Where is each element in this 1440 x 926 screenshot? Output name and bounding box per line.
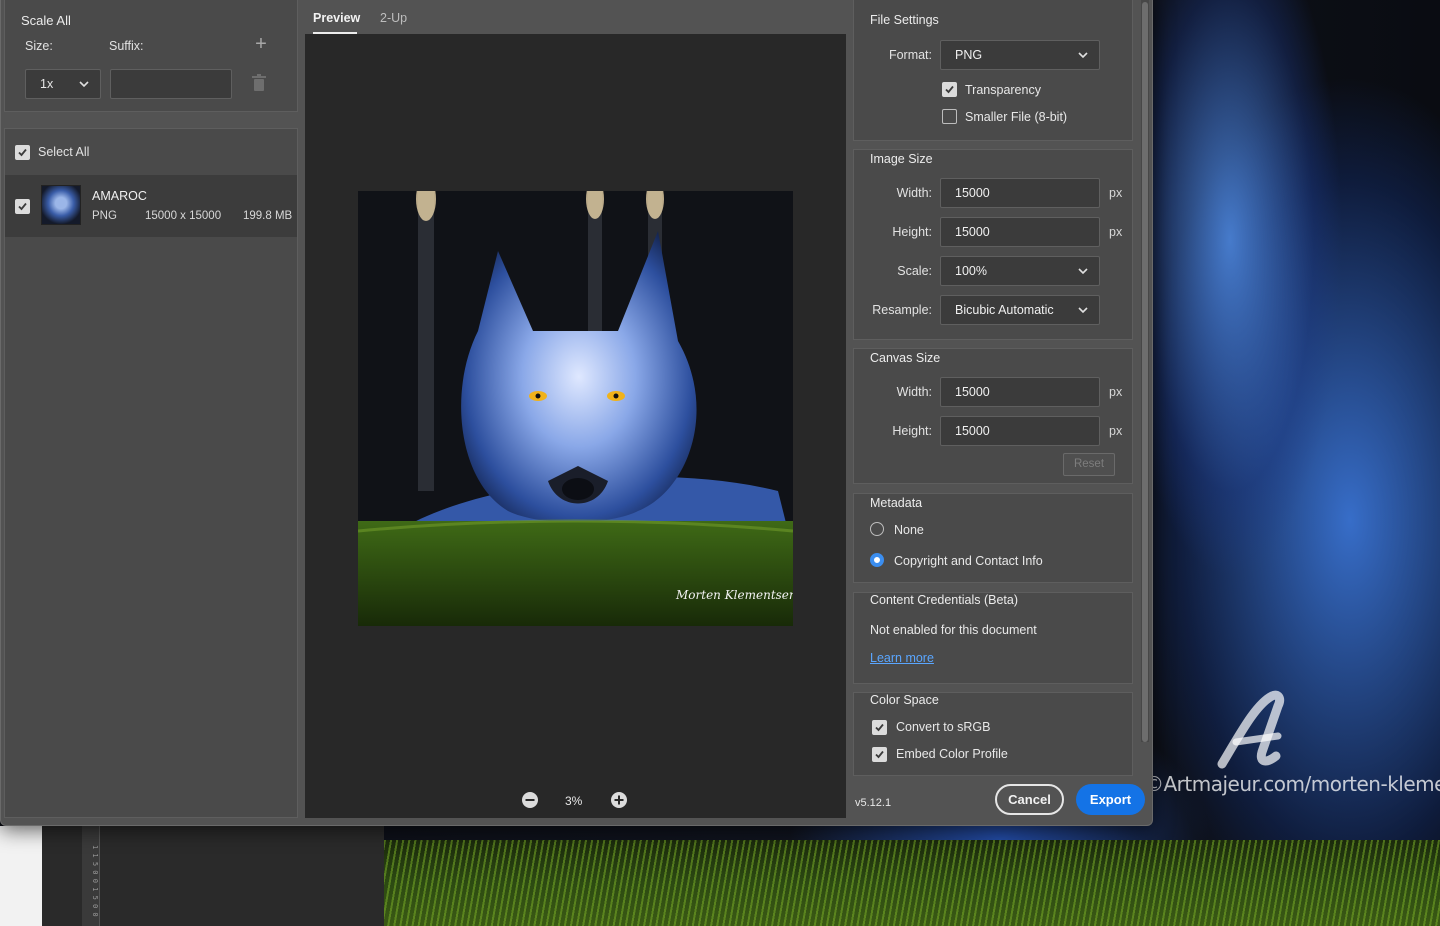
check-icon (945, 85, 954, 94)
canvas-size-title: Canvas Size (870, 351, 941, 365)
asset-checkbox[interactable] (15, 199, 30, 214)
canvas-height-label: Height: (892, 424, 932, 438)
check-icon (18, 202, 27, 211)
size-select[interactable]: 1x (25, 69, 101, 99)
scale-label: Scale: (897, 264, 932, 278)
metadata-none-radio[interactable] (870, 522, 884, 536)
suffix-input[interactable] (110, 69, 232, 99)
convert-srgb-checkbox[interactable] (872, 720, 887, 735)
check-icon (875, 723, 884, 732)
image-width-label: Width: (896, 186, 932, 200)
asset-panel: Scale All Size: Suffix: + 1x Select All (4, 0, 298, 818)
scale-all-title: Scale All (21, 13, 71, 28)
format-select-value: PNG (955, 48, 983, 62)
file-settings-section: File Settings Format: PNG Transparency S… (853, 0, 1133, 141)
smaller-file-label: Smaller File (8-bit) (965, 110, 1068, 124)
scale-select[interactable]: 100% (940, 256, 1100, 286)
export-button[interactable]: Export (1076, 784, 1145, 815)
select-all-label: Select All (38, 145, 90, 159)
format-label: Format: (888, 48, 932, 62)
vertical-ruler: 1 1 5 0 0 1 5 0 0 (82, 826, 100, 926)
zoom-in-icon[interactable] (610, 791, 628, 809)
canvas-width-unit: px (1109, 385, 1123, 399)
content-credentials-title: Content Credentials (Beta) (870, 593, 1018, 607)
size-label: Size: (25, 39, 53, 53)
color-space-section: Color Space Convert to sRGB Embed Color … (853, 692, 1133, 776)
chevron-down-icon (1078, 307, 1088, 314)
version-label: v5.12.1 (855, 797, 892, 809)
embed-profile-label: Embed Color Profile (896, 747, 1008, 761)
image-width-unit: px (1109, 186, 1123, 200)
image-height-input[interactable]: 15000 (940, 217, 1100, 247)
size-select-value: 1x (40, 77, 54, 91)
asset-name: AMAROC (92, 189, 147, 203)
workspace-edge (0, 826, 42, 926)
canvas-height-input[interactable]: 15000 (940, 416, 1100, 446)
artwork-signature: Morten Klementsen (675, 588, 793, 602)
preview-area: Morten Klementsen 3% (305, 34, 846, 818)
metadata-section: Metadata None Copyright and Contact Info (853, 493, 1133, 583)
zoom-out-icon[interactable] (521, 791, 539, 809)
wolf-artwork-preview: Morten Klementsen (358, 191, 793, 626)
asset-thumbnail (41, 185, 81, 225)
transparency-label: Transparency (965, 83, 1041, 97)
suffix-label: Suffix: (109, 39, 144, 53)
asset-format: PNG (92, 210, 117, 222)
export-as-dialog: Scale All Size: Suffix: + 1x Select All (0, 0, 1153, 826)
metadata-copyright-label: Copyright and Contact Info (894, 554, 1043, 568)
embed-profile-checkbox[interactable] (872, 747, 887, 762)
content-credentials-status: Not enabled for this document (870, 623, 1037, 637)
color-space-title: Color Space (870, 693, 939, 707)
resample-select-value: Bicubic Automatic (955, 303, 1054, 317)
chevron-down-icon (1078, 268, 1088, 275)
check-icon (875, 750, 884, 759)
trash-icon[interactable] (251, 74, 267, 92)
zoom-level: 3% (565, 794, 583, 808)
cancel-button[interactable]: Cancel (995, 784, 1064, 815)
document-grass-area (384, 840, 1440, 926)
image-size-title: Image Size (870, 152, 933, 166)
image-height-label: Height: (892, 225, 932, 239)
image-height-unit: px (1109, 225, 1123, 239)
scale-select-value: 100% (955, 264, 987, 278)
chevron-down-icon (79, 81, 89, 88)
resample-label: Resample: (872, 303, 932, 317)
smaller-file-checkbox[interactable] (942, 109, 957, 124)
file-settings-title: File Settings (870, 13, 939, 27)
canvas-height-unit: px (1109, 424, 1123, 438)
watermark-text: ©Artmajeur.com/morten-klementsen (1144, 772, 1440, 796)
scale-all-section: Scale All Size: Suffix: + 1x (4, 0, 298, 112)
reset-button[interactable]: Reset (1063, 453, 1115, 476)
asset-row[interactable]: AMAROC PNG 15000 x 15000 199.8 MB (5, 175, 297, 237)
content-credentials-section: Content Credentials (Beta) Not enabled f… (853, 592, 1133, 684)
asset-dimensions: 15000 x 15000 (145, 210, 222, 222)
metadata-copyright-radio[interactable] (870, 553, 884, 567)
metadata-title: Metadata (870, 496, 923, 510)
format-select[interactable]: PNG (940, 40, 1100, 70)
chevron-down-icon (1078, 52, 1088, 59)
learn-more-link[interactable]: Learn more (870, 651, 934, 665)
transparency-checkbox[interactable] (942, 82, 957, 97)
convert-srgb-label: Convert to sRGB (896, 720, 991, 734)
check-icon (18, 148, 27, 157)
watermark-logo-icon (1217, 690, 1285, 769)
image-size-section: Image Size Width: 15000 px Height: 15000… (853, 149, 1133, 340)
canvas-width-label: Width: (896, 385, 932, 399)
image-width-input[interactable]: 15000 (940, 178, 1100, 208)
canvas-width-input[interactable]: 15000 (940, 377, 1100, 407)
add-scale-icon[interactable]: + (251, 34, 271, 54)
asset-list: Select All AMAROC PNG 15000 x 15000 199.… (4, 128, 298, 818)
settings-scrollbar-thumb[interactable] (1142, 2, 1148, 742)
asset-file-size: 199.8 MB (243, 210, 293, 222)
tab-preview[interactable]: Preview (313, 11, 360, 25)
resample-select[interactable]: Bicubic Automatic (940, 295, 1100, 325)
select-all-checkbox[interactable] (15, 145, 30, 160)
metadata-none-label: None (894, 523, 924, 537)
tab-2-up[interactable]: 2-Up (380, 11, 407, 25)
